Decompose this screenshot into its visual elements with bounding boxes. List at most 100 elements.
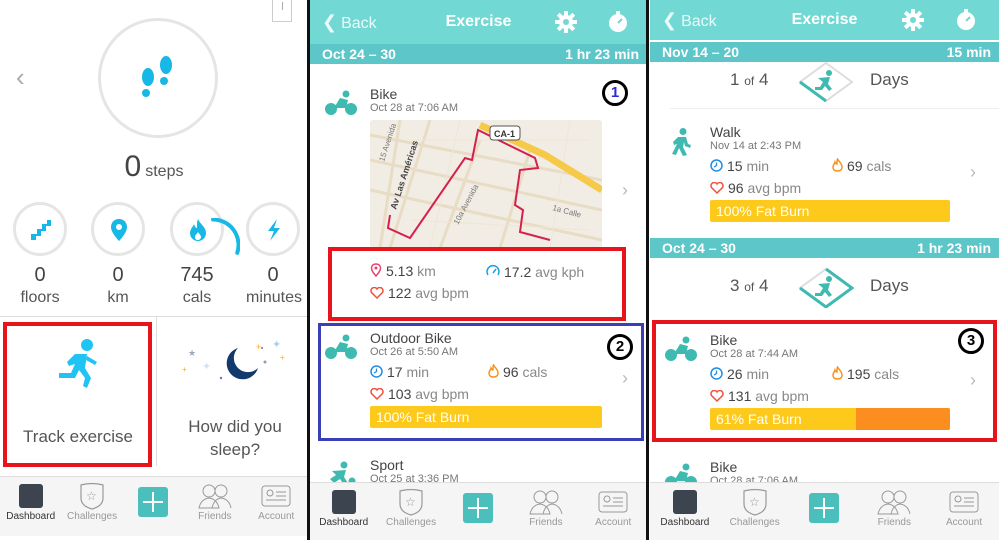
weekly-goal-progress: 1 of 4 Days [650, 62, 999, 102]
tab-friends[interactable]: Friends [185, 481, 245, 522]
plus-icon [463, 493, 494, 523]
tab-account[interactable]: Account [583, 487, 643, 528]
week-header: Oct 24 – 30 1 hr 23 min [310, 44, 647, 64]
account-card-icon [949, 491, 979, 513]
stat-km[interactable]: 0 km [91, 202, 145, 307]
km-label: km [107, 289, 129, 306]
tab-challenges[interactable]: ☆ Challenges [381, 487, 441, 528]
svg-text:☆: ☆ [749, 495, 760, 509]
floors-label: floors [20, 289, 60, 306]
tab-dashboard[interactable]: Dashboard [655, 487, 715, 528]
share-tab[interactable] [272, 0, 292, 22]
bike-icon [325, 90, 357, 115]
tab-bar: Dashboard ☆ Challenges Friends Account [0, 476, 307, 536]
tab-challenges[interactable]: ☆ Challenges [725, 487, 785, 528]
tab-account[interactable]: Account [934, 487, 994, 528]
tab-label: Account [258, 511, 295, 522]
entry-name: Bike [710, 459, 738, 475]
tab-label: Account [946, 517, 983, 528]
tab-label: Friends [877, 517, 911, 528]
weekly-goal-progress: 3 of 4 Days [650, 268, 999, 308]
stat-cals[interactable]: 745 cals [170, 202, 240, 307]
tab-dashboard[interactable]: Dashboard [314, 487, 374, 528]
goal-diamond-running-icon [798, 268, 854, 308]
tab-dashboard[interactable]: Dashboard [1, 481, 61, 522]
friends-icon [877, 490, 911, 515]
tab-label: Dashboard [6, 511, 56, 522]
heart-zone-bar: 100% Fat Burn [710, 200, 950, 222]
goal-label: Days [870, 70, 909, 89]
week-range: Oct 24 – 30 [322, 46, 396, 62]
challenges-star-icon: ☆ [743, 488, 767, 516]
route-map[interactable]: CA-1 Av Las Américas 15 Avenida 10a Aven… [370, 120, 602, 248]
flame-icon [832, 158, 843, 172]
sleep-label-line2: sleep? [209, 440, 261, 459]
divider [0, 316, 307, 317]
steps-count: 0 steps [0, 150, 307, 184]
duration-metric: 15 min [710, 158, 769, 174]
annotation-marker: 2 [607, 334, 633, 360]
gear-icon[interactable] [901, 8, 925, 32]
goal-count: 3 of 4 [730, 276, 769, 295]
entry-name: Bike [370, 86, 398, 102]
nav-bar: ❮ Back Exercise [650, 0, 999, 40]
previous-day-chevron-icon[interactable]: ‹ [16, 62, 25, 93]
tab-add[interactable] [123, 481, 183, 517]
challenges-star-icon: ☆ [399, 488, 423, 516]
highlight-box-entry [652, 320, 997, 442]
exercise-entry-walk[interactable]: Walk Nov 14 at 2:43 PM 15 min 69 cals 96… [650, 124, 999, 229]
map-label-highway: CA-1 [494, 129, 515, 139]
heart-icon [710, 182, 724, 194]
stat-minutes[interactable]: 0 minutes [246, 202, 302, 307]
steps-ring[interactable] [98, 18, 218, 138]
gear-icon[interactable] [554, 10, 578, 34]
steps-value: 0 [124, 150, 142, 183]
svg-text:+: + [280, 353, 285, 362]
flame-icon [190, 219, 206, 241]
bpm-value: 96 [728, 180, 744, 196]
chevron-right-icon[interactable]: › [970, 162, 976, 183]
walking-person-icon [672, 128, 691, 156]
highlight-box-track-exercise [3, 322, 152, 467]
dashboard-panel: ‹ 0 steps 0 floors 0 km 745 cals 0 minut… [0, 0, 308, 540]
highlight-box-entry [318, 323, 644, 441]
tab-label: Dashboard [319, 517, 369, 528]
cals-label: cals [182, 289, 212, 306]
sleep-label-line1: How did you [188, 417, 282, 436]
goal-count: 1 of 4 [730, 70, 769, 89]
account-card-icon [261, 485, 291, 507]
entry-date: Oct 28 at 7:06 AM [370, 102, 459, 114]
week-range: Oct 24 – 30 [662, 240, 736, 256]
exercise-panel-oct: ❮ Back Exercise Oct 24 – 30 1 hr 23 min B… [310, 0, 647, 540]
dashboard-icon [18, 484, 43, 508]
tab-challenges[interactable]: ☆ Challenges [62, 481, 122, 522]
sleep-tile[interactable]: ★ + + + ✦ ✦ How did you sleep? [160, 320, 307, 470]
page-title: Exercise [791, 11, 858, 28]
lightning-icon [268, 219, 280, 241]
highlight-box-stats [328, 247, 626, 321]
friends-icon [198, 484, 232, 509]
goal-diamond-running-icon [798, 62, 854, 102]
nav-bar: ❮ Back Exercise [310, 0, 647, 44]
chevron-right-icon[interactable]: › [622, 180, 628, 201]
calories-metric: 69 cals [832, 158, 891, 174]
week-total: 1 hr 23 min [565, 46, 639, 62]
stopwatch-icon[interactable] [606, 10, 630, 34]
divider [156, 316, 157, 466]
tab-friends[interactable]: Friends [864, 487, 924, 528]
heart-rate-metric: 96 avg bpm [710, 180, 801, 196]
tab-account[interactable]: Account [246, 481, 306, 522]
tab-friends[interactable]: Friends [516, 487, 576, 528]
tab-add[interactable] [448, 487, 508, 523]
week-total: 1 hr 23 min [917, 240, 991, 256]
svg-text:☆: ☆ [86, 489, 97, 503]
annotation-marker: 3 [958, 328, 984, 354]
footsteps-icon [142, 56, 172, 97]
divider [670, 108, 999, 109]
stopwatch-icon[interactable] [954, 8, 978, 32]
stat-floors[interactable]: 0 floors [13, 202, 67, 307]
tab-add[interactable] [794, 487, 854, 523]
dashboard-icon [331, 490, 356, 514]
tab-label: Dashboard [660, 517, 710, 528]
svg-text:✦: ✦ [272, 339, 281, 351]
